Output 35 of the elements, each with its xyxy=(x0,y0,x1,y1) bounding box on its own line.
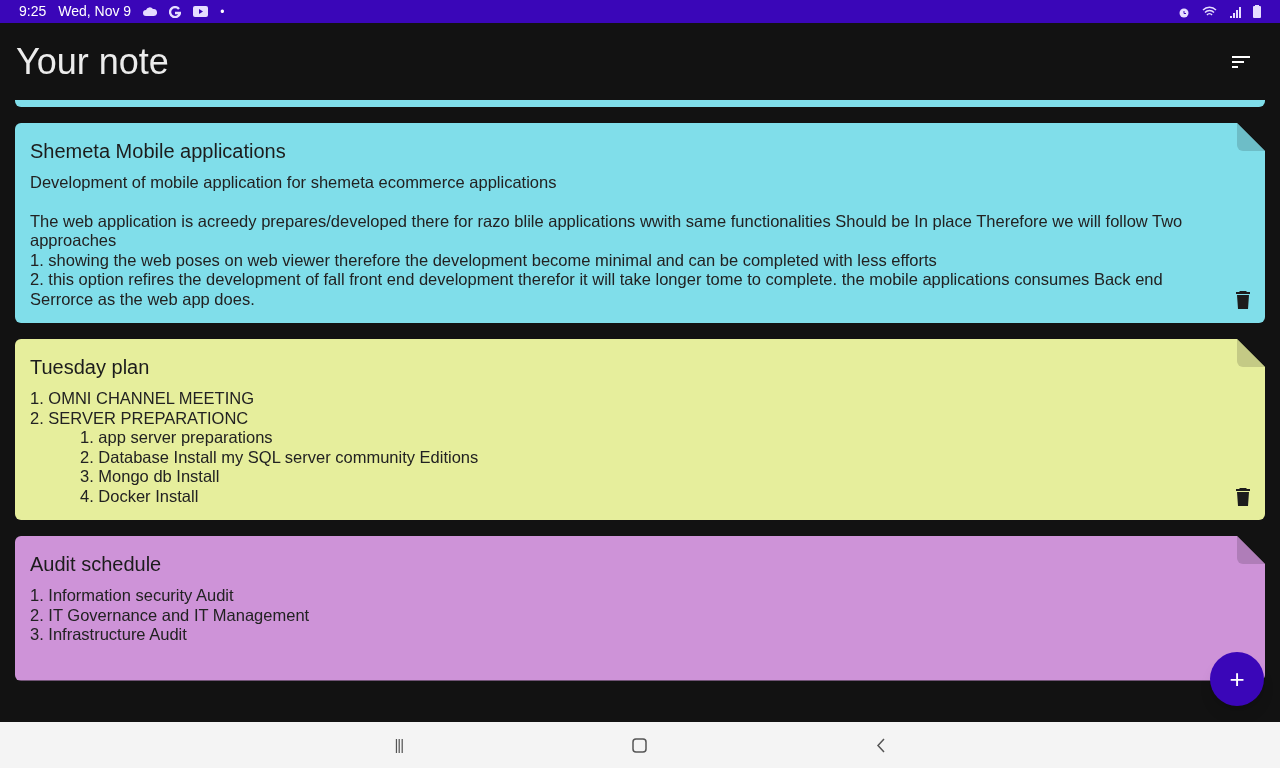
notification-dot: • xyxy=(220,3,225,21)
note-title: Shemeta Mobile applications xyxy=(30,139,287,163)
sort-icon[interactable] xyxy=(1232,55,1250,68)
battery-icon xyxy=(1253,5,1261,18)
note-line: 4. Docker Install xyxy=(79,486,200,506)
note-line: 1. Information security Audit xyxy=(30,586,235,606)
note-line: 1. app server preparations xyxy=(79,428,274,448)
delete-icon[interactable] xyxy=(1236,291,1250,309)
recents-button[interactable]: ||| xyxy=(394,733,404,757)
letter-g-icon xyxy=(169,5,182,18)
note-title: Tuesday plan xyxy=(30,355,151,379)
note-title: Audit schedule xyxy=(30,552,163,576)
note-line: 3. Mongo db Install xyxy=(79,467,221,487)
note-line: 2. Database Install my SQL server community Editions xyxy=(79,447,480,467)
cloud-icon xyxy=(143,7,158,16)
note-line: 2. this option refires the development of fall front end development therefor it will take longer tome to complete. the mobile applications consumes Back end Serrorce as the web app does. xyxy=(30,270,1164,309)
note-line: 2. IT Governance and IT Management xyxy=(30,605,311,625)
add-note-button[interactable]: + xyxy=(1210,652,1264,706)
delete-icon[interactable] xyxy=(1236,488,1250,506)
note-line: The web application is acreedy prepares/developed there for razo blile applications wwith same functionalities Should be In place Therefore we will follow Two approaches xyxy=(30,211,1184,251)
status-date: Wed, Nov 9 xyxy=(58,2,132,21)
note-card[interactable] xyxy=(15,123,1265,323)
note-card[interactable]: Tuesday plan 1. OMNI CHANNEL MEETING 2. SERVER PREPARATIONC 1. app server preparations 2. Database Install my SQL server community Editions 3. Mongo db Install 4. Docker Install xyxy=(15,339,1265,520)
home-icon[interactable] xyxy=(631,737,647,753)
play-icon xyxy=(193,6,209,17)
note-line: 1. showing the web poses on web viewer therefore the development become minimal and can be completed with less efforts xyxy=(30,250,938,270)
signal-icon xyxy=(1229,5,1241,18)
back-icon[interactable] xyxy=(875,737,886,753)
wifi-icon xyxy=(1202,5,1217,18)
note-line: Development of mobile application for shemeta ecommerce applications xyxy=(30,173,558,193)
page-title: Your note xyxy=(16,39,169,84)
status-time: 9:25 xyxy=(19,2,47,21)
note-line: 2. SERVER PREPARATIONC xyxy=(30,408,250,428)
note-line: 1. OMNI CHANNEL MEETING xyxy=(30,389,255,409)
note-line: 3. Infrastructure Audit xyxy=(30,625,188,645)
